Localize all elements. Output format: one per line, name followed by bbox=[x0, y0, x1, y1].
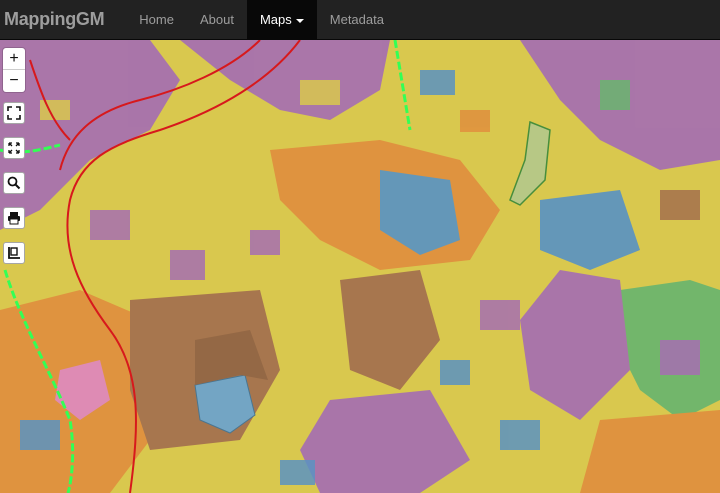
search-icon bbox=[7, 176, 21, 190]
zoom-control: + − bbox=[3, 48, 25, 92]
map-canvas[interactable] bbox=[0, 40, 720, 493]
layers-icon bbox=[8, 247, 20, 259]
orange-region-southeast bbox=[580, 410, 720, 493]
zoom-in-button[interactable]: + bbox=[3, 48, 25, 70]
zoom-out-button[interactable]: − bbox=[3, 70, 25, 92]
brand-logo[interactable]: MappingGM bbox=[0, 0, 126, 39]
nav-metadata[interactable]: Metadata bbox=[317, 0, 397, 39]
fullscreen-button[interactable] bbox=[3, 102, 25, 124]
search-button[interactable] bbox=[3, 172, 25, 194]
print-icon bbox=[8, 212, 20, 225]
nav-about[interactable]: About bbox=[187, 0, 247, 39]
layers-button[interactable] bbox=[3, 242, 25, 264]
fit-extent-icon bbox=[8, 142, 20, 154]
fullscreen-icon bbox=[7, 106, 21, 120]
caret-down-icon bbox=[295, 18, 304, 23]
print-button[interactable] bbox=[3, 207, 25, 229]
nav-maps-dropdown[interactable]: Maps bbox=[246, 0, 317, 39]
navbar: MappingGM Home About Maps Metadata bbox=[0, 0, 720, 40]
map-controls: + − bbox=[3, 48, 25, 264]
fit-extent-button[interactable] bbox=[3, 137, 25, 159]
nav-home[interactable]: Home bbox=[126, 0, 187, 39]
nav-maps-label: Maps bbox=[259, 12, 292, 27]
